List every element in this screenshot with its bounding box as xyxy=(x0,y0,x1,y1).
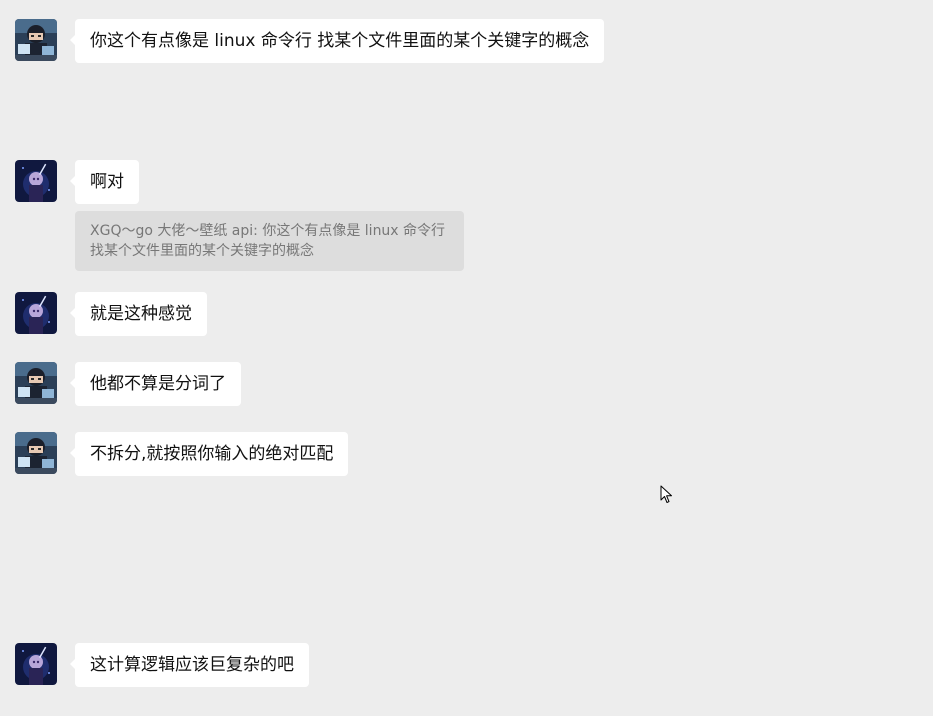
avatar[interactable] xyxy=(15,292,57,334)
message-bubble[interactable]: 这计算逻辑应该巨复杂的吧 xyxy=(70,643,309,687)
message-bubble[interactable]: 你这个有点像是 linux 命令行 找某个文件里面的某个关键字的概念 xyxy=(69,19,605,63)
mouse-cursor-icon xyxy=(660,485,673,508)
avatar[interactable] xyxy=(15,19,57,61)
message-bubble[interactable]: 就是这种感觉 xyxy=(70,292,207,336)
message-bubble[interactable]: 啊对 xyxy=(70,160,139,204)
avatar[interactable] xyxy=(15,643,57,685)
message-bubble[interactable]: 他都不算是分词了 xyxy=(70,362,241,406)
quoted-message[interactable]: XGQ～go 大佬～壁纸 api: 你这个有点像是 linux 命令行 找某个文… xyxy=(75,211,464,271)
avatar[interactable] xyxy=(15,432,57,474)
avatar[interactable] xyxy=(15,160,57,202)
avatar[interactable] xyxy=(15,362,57,404)
message-bubble[interactable]: 不拆分,就按照你输入的绝对匹配 xyxy=(69,432,349,476)
